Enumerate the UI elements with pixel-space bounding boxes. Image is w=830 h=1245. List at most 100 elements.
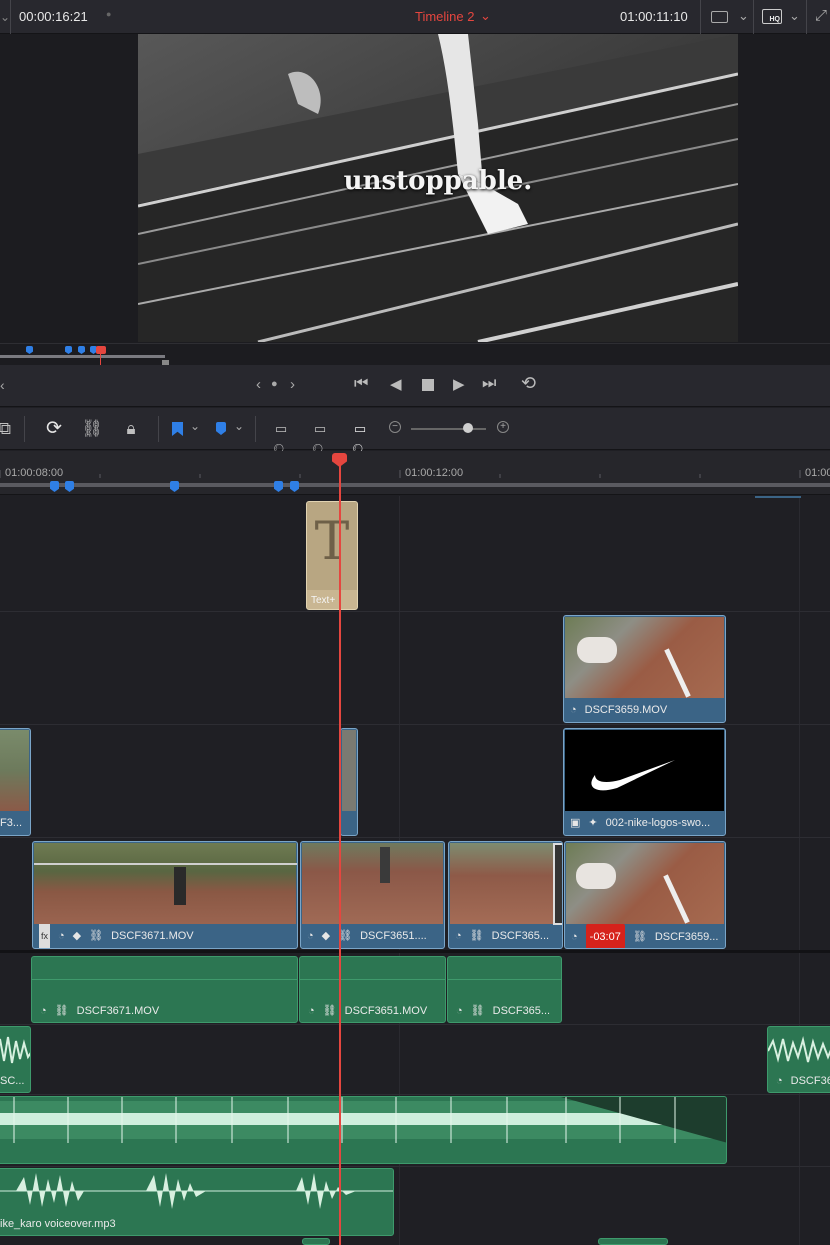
video-clip[interactable]: fx ◔ ◆ ⛓ DSCF3671.MOV (32, 841, 298, 949)
audio-clip[interactable]: ◔ DSCF36 (767, 1026, 830, 1093)
lane-line (664, 648, 691, 698)
audio-clip[interactable]: ◔ ⛓ DSCF3671.MOV (31, 956, 298, 1023)
play-reverse-icon[interactable]: ◀ (390, 375, 402, 393)
go-to-start-icon[interactable]: ⏮ (354, 375, 368, 393)
clip-name: SC... (0, 1075, 25, 1087)
timeline-ruler[interactable]: 01:00:08:00 01:00:12:00 01:00 (0, 451, 830, 495)
title-clip[interactable]: T Text+ (306, 501, 358, 610)
marker-icon[interactable] (26, 346, 33, 354)
divider (700, 0, 701, 34)
frame-size-icon[interactable] (711, 11, 728, 23)
stop-icon[interactable] (422, 379, 434, 391)
speed-icon: ◔ (455, 930, 462, 942)
chevron-down-icon[interactable]: ⌄ (234, 419, 244, 433)
waveform-line (32, 979, 297, 980)
next-marker-icon[interactable]: › (290, 376, 295, 393)
track-divider (0, 1094, 830, 1095)
audio-clip[interactable] (302, 1238, 330, 1245)
marker-icon[interactable] (65, 481, 74, 492)
keyframe-icon: ◆ (72, 930, 82, 942)
prev-marker-icon[interactable]: ‹ (256, 376, 261, 393)
speed-icon: ◔ (570, 704, 577, 716)
zoom-detail-icon[interactable]: ▭🔍︎ (306, 418, 334, 458)
viewer-scrubber[interactable] (0, 343, 830, 366)
runner-shape (380, 847, 390, 883)
video-clip[interactable]: ◔ ◆ ⛓ DSCF3651.... (300, 841, 445, 949)
marker-icon[interactable] (290, 481, 299, 492)
playhead-line[interactable] (339, 496, 341, 1245)
waveform (0, 1173, 393, 1209)
audio-clip[interactable]: ◔ ⛓ DSCF3651.MOV (299, 956, 446, 1023)
video-clip[interactable]: F3... (0, 728, 31, 836)
chevron-down-icon[interactable]: ⌄ (0, 10, 10, 24)
track-divider (0, 724, 830, 725)
divider (10, 0, 11, 34)
chevron-left-icon[interactable]: ‹ (0, 377, 5, 393)
track-divider (0, 1024, 830, 1025)
duration-badge: -03:07 (585, 924, 625, 948)
music-clip[interactable] (0, 1096, 727, 1164)
link-icon: ⛓ (322, 1005, 337, 1017)
marker-icon[interactable] (216, 422, 226, 435)
timeline-toolbar: ⧉ ⟳ ⛓ 🔒︎ ⌄ ⌄ ▭🔍︎ ▭🔍︎ ▭🔍︎ − + (0, 408, 830, 458)
link-icon: ⛓ (54, 1005, 69, 1017)
lock-icon[interactable]: 🔒︎ (120, 418, 142, 440)
link-icon[interactable]: ⛓ (81, 418, 103, 440)
keyframe-icon: ◆ (321, 930, 331, 942)
clip-name: DSCF3651.... (360, 930, 427, 942)
chevron-down-icon[interactable]: ⌄ (738, 8, 749, 24)
chevron-down-icon[interactable]: ⌄ (789, 8, 800, 24)
viewer-frame[interactable]: unstoppable. (138, 34, 738, 342)
divider (753, 0, 754, 34)
marker-icon[interactable] (65, 346, 72, 354)
scrub-playhead-icon[interactable] (96, 346, 106, 354)
audio-clip[interactable]: SC... (0, 1026, 31, 1093)
clip-label: fx ◔ ◆ ⛓ DSCF3671.MOV (33, 924, 297, 948)
marker-icon[interactable] (78, 346, 85, 354)
insert-icon[interactable]: ⧉ (0, 418, 16, 440)
plus-icon[interactable]: + (497, 421, 509, 433)
source-timecode: 00:00:16:21 (19, 9, 88, 24)
go-to-end-icon[interactable]: ⏭ (482, 375, 496, 393)
audio-clip[interactable]: ◔ ⛓ DSCF365... (447, 956, 562, 1023)
play-icon[interactable]: ▶ (453, 375, 465, 393)
zoom-slider-track[interactable] (411, 428, 486, 430)
marker-icon[interactable] (274, 481, 283, 492)
clip-label: ◔ ⛓ DSCF3671.MOV (32, 1000, 297, 1022)
hq-icon[interactable]: HQ (762, 9, 782, 24)
fullscreen-icon[interactable]: ⤢ (815, 7, 827, 24)
chevron-down-icon[interactable]: ⌄ (480, 8, 491, 24)
zoom-full-icon[interactable]: ▭🔍︎ (267, 418, 295, 458)
clip-name: DSCF3659... (654, 931, 719, 943)
divider (24, 416, 25, 442)
video-clip[interactable]: ◔ ⛓ DSCF365... (448, 841, 563, 949)
snap-icon[interactable]: ⟳ (43, 418, 65, 440)
marker-icon[interactable] (50, 481, 59, 492)
audio-clip[interactable] (598, 1238, 668, 1245)
minus-icon[interactable]: − (389, 421, 401, 433)
voiceover-clip[interactable]: ike_karo voiceover.mp3 (0, 1168, 394, 1236)
link-icon: ⛓ (89, 930, 104, 942)
marker-icon[interactable] (170, 481, 179, 492)
dot-icon: ● (106, 9, 112, 19)
video-clip[interactable] (340, 728, 358, 836)
divider (158, 416, 159, 442)
zoom-custom-icon[interactable]: ▭🔍︎ (346, 418, 374, 458)
link-icon: ⛓ (469, 930, 484, 942)
clip-name: DSCF36 (790, 1075, 830, 1087)
video-clip[interactable]: ◔ -03:07 ⛓ DSCF3659... (564, 841, 726, 949)
video-clip[interactable]: ◔ DSCF3659.MOV (563, 615, 726, 723)
marker-lane (0, 483, 830, 487)
clip-edge (755, 496, 801, 498)
chevron-down-icon[interactable]: ⌄ (190, 419, 200, 433)
ruler-timecode: 01:00:12:00 (405, 467, 464, 479)
speed-icon: ◔ (58, 930, 65, 942)
trim-handle[interactable] (553, 843, 562, 925)
marker-dot-icon[interactable]: ● (271, 378, 278, 390)
timeline-tracks[interactable]: T Text+ ◔ DSCF3659.MOV F3... ▣ ✦ 002-nike-l… (0, 496, 830, 1245)
video-clip[interactable]: ▣ ✦ 002-nike-logos-swo... (563, 728, 726, 836)
flag-icon[interactable] (172, 422, 183, 436)
loop-icon[interactable]: ⟲ (521, 373, 536, 394)
zoom-slider-thumb[interactable] (463, 423, 473, 433)
timeline-selector[interactable]: Timeline 2 (415, 9, 474, 24)
